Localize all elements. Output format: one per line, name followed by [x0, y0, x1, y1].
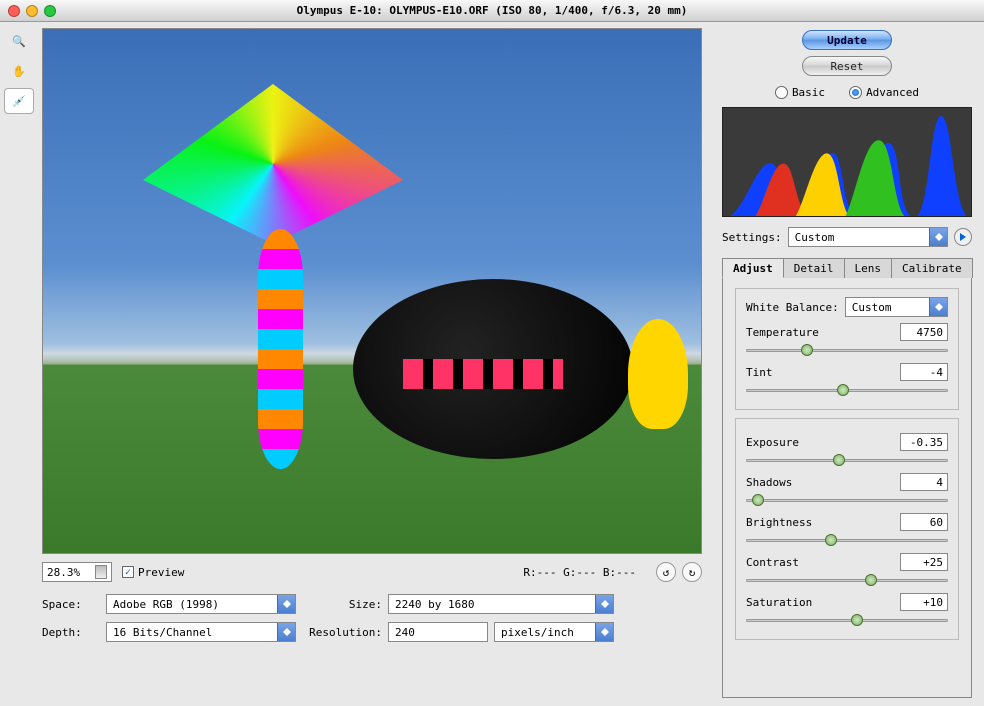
size-value: 2240 by 1680	[395, 598, 474, 611]
adjust-pane: White Balance: Custom Temperature Tint E…	[722, 278, 972, 698]
stepper-icon	[95, 565, 107, 579]
resolution-value: 240	[395, 626, 415, 639]
tab-adjust[interactable]: Adjust	[722, 258, 784, 278]
space-value: Adobe RGB (1998)	[113, 598, 219, 611]
tab-lens[interactable]: Lens	[844, 258, 893, 278]
tint-label: Tint	[746, 366, 900, 379]
close-window-button[interactable]	[8, 5, 20, 17]
settings-menu-button[interactable]	[954, 228, 972, 246]
eyedropper-tool[interactable]: 💉	[4, 88, 34, 114]
tint-input[interactable]	[900, 363, 948, 381]
shadows-label: Shadows	[746, 476, 900, 489]
stepper-icon	[277, 623, 295, 641]
main-column: 28.3% ✓ Preview R:--- G:--- B:--- ↺ ↻ Sp…	[38, 22, 714, 706]
camera-raw-dialog: Olympus E-10: OLYMPUS-E10.ORF (ISO 80, 1…	[0, 0, 984, 706]
saturation-slider[interactable]	[746, 613, 948, 627]
rotate-ccw-icon: ↺	[663, 566, 670, 579]
magnifier-icon: 🔍	[12, 35, 26, 48]
temperature-label: Temperature	[746, 326, 900, 339]
settings-panel: Update Reset Basic Advanced Settings: Cu…	[714, 22, 984, 706]
zoom-tool[interactable]: 🔍	[4, 28, 34, 54]
advanced-radio[interactable]: Advanced	[849, 86, 919, 99]
white-balance-label: White Balance:	[746, 301, 839, 314]
stepper-icon	[277, 595, 295, 613]
update-button[interactable]: Update	[802, 30, 892, 50]
resolution-label: Resolution:	[302, 626, 382, 639]
shadows-input[interactable]	[900, 473, 948, 491]
checkbox-icon: ✓	[122, 566, 134, 578]
stepper-icon	[929, 228, 947, 246]
settings-value: Custom	[795, 231, 835, 244]
resolution-units-combo[interactable]: pixels/inch	[494, 622, 614, 642]
basic-radio-label: Basic	[792, 86, 825, 99]
white-balance-group: White Balance: Custom Temperature Tint	[735, 288, 959, 410]
zoom-window-button[interactable]	[44, 5, 56, 17]
contrast-input[interactable]	[900, 553, 948, 571]
stepper-icon	[929, 298, 947, 316]
tint-slider[interactable]	[746, 383, 948, 397]
stepper-icon	[595, 595, 613, 613]
rotate-cw-button[interactable]: ↻	[682, 562, 702, 582]
rgb-readout: R:--- G:--- B:---	[523, 566, 636, 579]
contrast-label: Contrast	[746, 556, 900, 569]
tool-strip: 🔍 ✋ 💉	[0, 22, 38, 706]
basic-radio[interactable]: Basic	[775, 86, 825, 99]
reset-button[interactable]: Reset	[802, 56, 892, 76]
preview-checkbox[interactable]: ✓ Preview	[122, 566, 184, 579]
advanced-radio-label: Advanced	[866, 86, 919, 99]
radio-icon	[775, 86, 788, 99]
shadows-slider[interactable]	[746, 493, 948, 507]
settings-combo[interactable]: Custom	[788, 227, 948, 247]
window-controls	[8, 5, 56, 17]
temperature-input[interactable]	[900, 323, 948, 341]
tabs: Adjust Detail Lens Calibrate	[722, 257, 972, 278]
exposure-input[interactable]	[900, 433, 948, 451]
temperature-slider[interactable]	[746, 343, 948, 357]
tab-calibrate[interactable]: Calibrate	[891, 258, 973, 278]
zoom-level-combo[interactable]: 28.3%	[42, 562, 112, 582]
hand-icon: ✋	[12, 65, 26, 78]
size-combo[interactable]: 2240 by 1680	[388, 594, 614, 614]
radio-icon	[849, 86, 862, 99]
depth-combo[interactable]: 16 Bits/Channel	[106, 622, 296, 642]
histogram	[722, 107, 972, 217]
minimize-window-button[interactable]	[26, 5, 38, 17]
rotate-ccw-button[interactable]: ↺	[656, 562, 676, 582]
size-label: Size:	[302, 598, 382, 611]
exposure-label: Exposure	[746, 436, 900, 449]
brightness-slider[interactable]	[746, 533, 948, 547]
tone-group: Exposure Shadows Brightness Contrast Sat…	[735, 418, 959, 640]
titlebar: Olympus E-10: OLYMPUS-E10.ORF (ISO 80, 1…	[0, 0, 984, 22]
space-combo[interactable]: Adobe RGB (1998)	[106, 594, 296, 614]
saturation-label: Saturation	[746, 596, 900, 609]
image-preview[interactable]	[42, 28, 702, 554]
exposure-slider[interactable]	[746, 453, 948, 467]
white-balance-value: Custom	[852, 301, 892, 314]
zoom-value: 28.3%	[47, 566, 80, 579]
preview-checkbox-label: Preview	[138, 566, 184, 579]
white-balance-combo[interactable]: Custom	[845, 297, 948, 317]
eyedropper-icon: 💉	[12, 95, 26, 108]
depth-value: 16 Bits/Channel	[113, 626, 212, 639]
settings-label: Settings:	[722, 231, 782, 244]
tab-detail[interactable]: Detail	[783, 258, 845, 278]
rotate-cw-icon: ↻	[689, 566, 696, 579]
space-label: Space:	[42, 598, 100, 611]
window-title: Olympus E-10: OLYMPUS-E10.ORF (ISO 80, 1…	[0, 4, 984, 17]
resolution-input[interactable]: 240	[388, 622, 488, 642]
brightness-input[interactable]	[900, 513, 948, 531]
resolution-units-value: pixels/inch	[501, 626, 574, 639]
brightness-label: Brightness	[746, 516, 900, 529]
hand-tool[interactable]: ✋	[4, 58, 34, 84]
contrast-slider[interactable]	[746, 573, 948, 587]
depth-label: Depth:	[42, 626, 100, 639]
stepper-icon	[595, 623, 613, 641]
saturation-input[interactable]	[900, 593, 948, 611]
